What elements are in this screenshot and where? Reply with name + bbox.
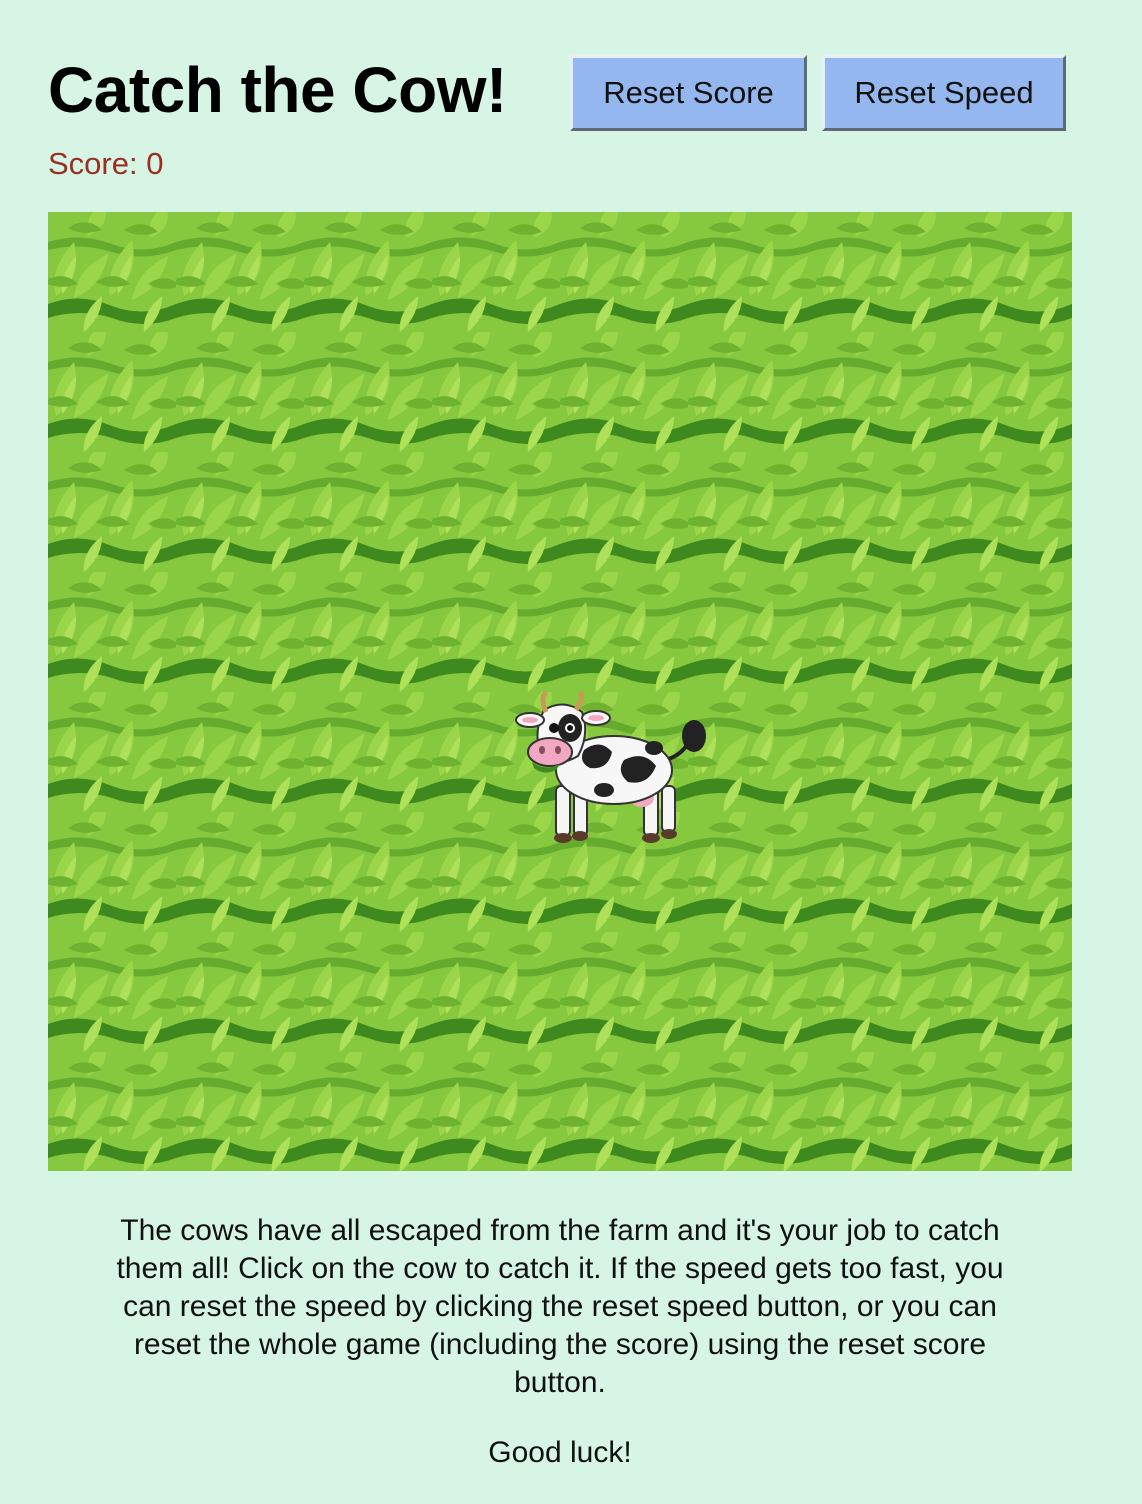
score-display: Score: 0 xyxy=(48,144,163,184)
score-label: Score: xyxy=(48,146,138,181)
reset-speed-button[interactable]: Reset Speed xyxy=(822,55,1066,131)
instructions-text: The cows have all escaped from the farm … xyxy=(116,1214,1004,1399)
page-title: Catch the Cow! xyxy=(48,54,507,126)
good-luck-text: Good luck! xyxy=(488,1436,632,1469)
game-field[interactable] xyxy=(48,212,1072,1171)
reset-score-button[interactable]: Reset Score xyxy=(570,55,807,131)
score-value: 0 xyxy=(146,146,164,181)
cow-sprite[interactable] xyxy=(504,690,714,846)
